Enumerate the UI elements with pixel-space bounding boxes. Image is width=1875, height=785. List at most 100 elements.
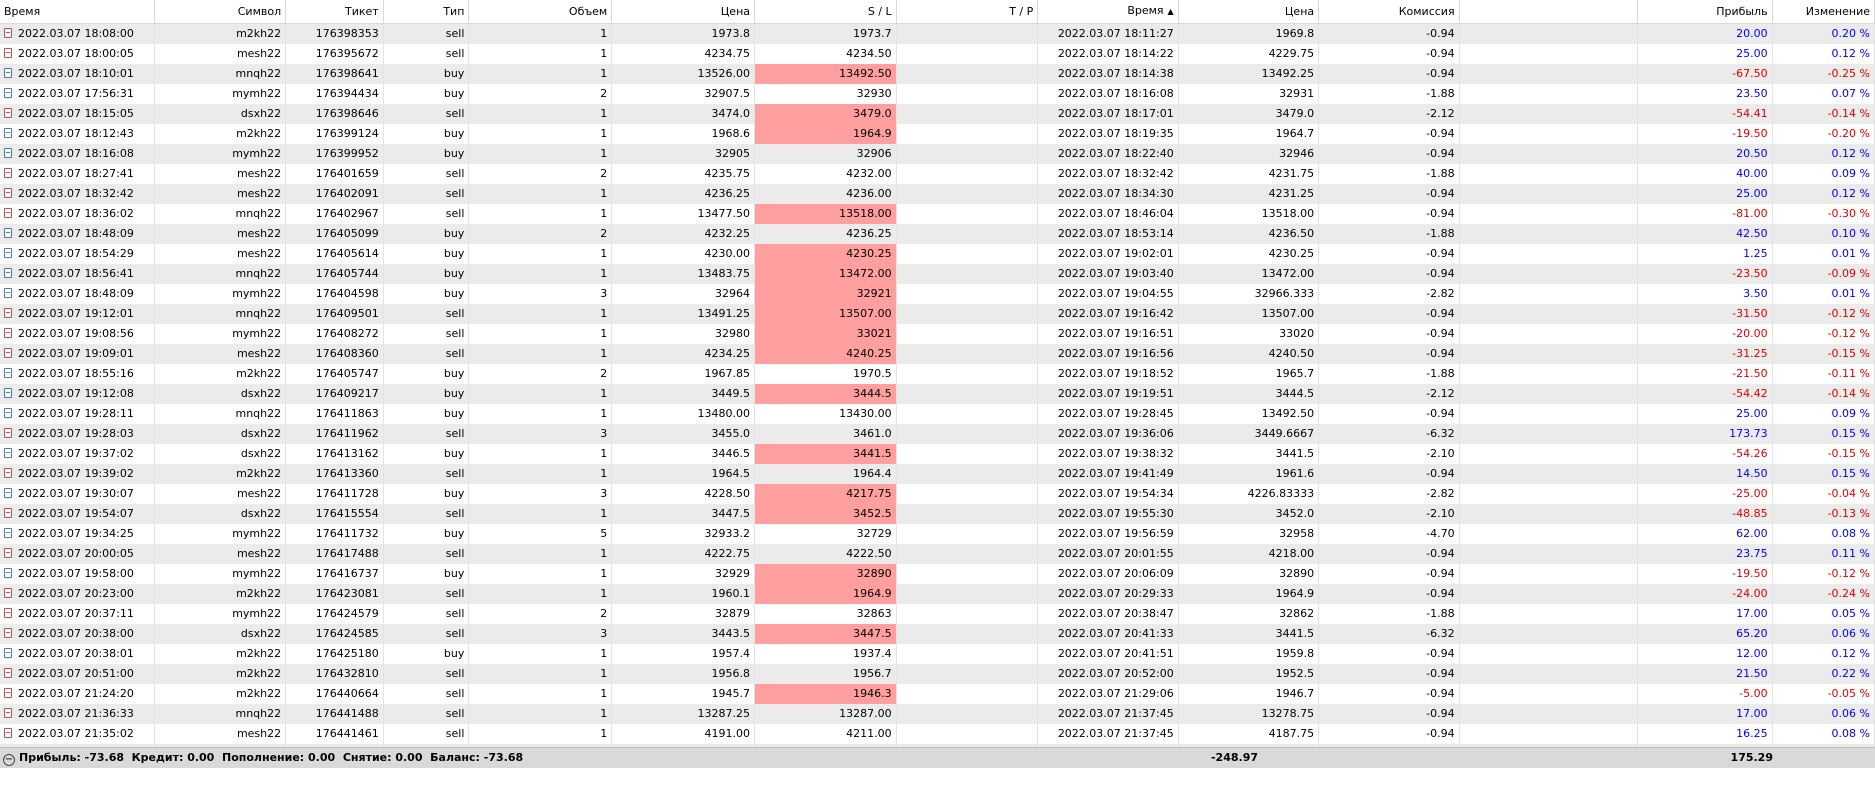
table-row[interactable]: 2022.03.07 18:08:00 m2kh22 176398353 sell 1 1… [0, 23, 1875, 44]
cell-open-time: 2022.03.07 20:37:11 [0, 604, 156, 624]
table-row[interactable]: 2022.03.07 18:48:09 mymh22 176404598 buy 3 32… [0, 284, 1875, 304]
table-row[interactable]: 2022.03.07 19:28:03 dsxh22 176411962 sell 3 3… [0, 424, 1875, 444]
cell-profit: 16.25 [1637, 724, 1773, 744]
cell-symbol: mesh22 [154, 484, 287, 504]
table-row[interactable]: 2022.03.07 20:00:05 mesh22 176417488 sell 1 4… [0, 544, 1875, 564]
table-row[interactable]: 2022.03.07 19:12:01 mnqh22 176409501 sell 1 1… [0, 304, 1875, 324]
cell-commission: -6.32 [1318, 424, 1460, 444]
cell-tp [896, 644, 1039, 664]
col-header-change[interactable]: Изменение [1772, 0, 1875, 24]
col-header-blank[interactable] [1459, 0, 1639, 24]
table-row[interactable]: 2022.03.07 19:30:07 mesh22 176411728 buy 3 42… [0, 484, 1875, 504]
cell-blank [1459, 364, 1639, 384]
table-row[interactable]: 2022.03.07 18:54:29 mesh22 176405614 buy 1 42… [0, 244, 1875, 264]
cell-blank [1459, 284, 1639, 304]
cell-commission: -0.94 [1318, 23, 1460, 44]
col-header-close-price[interactable]: Цена [1178, 0, 1320, 24]
table-row[interactable]: 2022.03.07 20:38:00 dsxh22 176424585 sell 3 3… [0, 624, 1875, 644]
table-row[interactable]: 2022.03.07 18:12:43 m2kh22 176399124 buy 1 19… [0, 124, 1875, 144]
cell-symbol: m2kh22 [154, 464, 287, 484]
cell-volume: 1 [468, 184, 613, 204]
table-row[interactable]: 2022.03.07 18:27:41 mesh22 176401659 sell 2 4… [0, 164, 1875, 184]
table-row[interactable]: 2022.03.07 21:24:20 m2kh22 176440664 sell 1 1… [0, 684, 1875, 704]
table-row[interactable]: 2022.03.07 18:55:16 m2kh22 176405747 buy 2 19… [0, 364, 1875, 384]
table-row[interactable]: 2022.03.07 19:12:08 dsxh22 176409217 buy 1 34… [0, 384, 1875, 404]
table-row[interactable]: 2022.03.07 19:39:02 m2kh22 176413360 sell 1 1… [0, 464, 1875, 484]
table-row[interactable]: 2022.03.07 21:35:02 mesh22 176441461 sell 1 4… [0, 724, 1875, 744]
table-row[interactable]: 2022.03.07 18:00:05 mesh22 176395672 sell 1 4… [0, 44, 1875, 64]
table-row[interactable]: 2022.03.07 20:38:01 m2kh22 176425180 buy 1 19… [0, 644, 1875, 664]
table-row[interactable]: 2022.03.07 19:34:25 mymh22 176411732 buy 5 32… [0, 524, 1875, 544]
cell-commission: -0.94 [1318, 44, 1460, 64]
table-row[interactable]: 2022.03.07 18:56:41 mnqh22 176405744 buy 1 13… [0, 264, 1875, 284]
table-row[interactable]: 2022.03.07 18:16:08 mymh22 176399952 buy 1 32… [0, 144, 1875, 164]
cell-close-time: 2022.03.07 19:18:52 [1037, 364, 1179, 384]
col-header-open-price[interactable]: Цена [611, 0, 756, 24]
cell-symbol: dsxh22 [154, 504, 287, 524]
position-document-icon [4, 588, 12, 598]
col-header-commission[interactable]: Комиссия [1318, 0, 1460, 24]
open-time-text: 2022.03.07 19:08:56 [18, 327, 134, 340]
table-row[interactable]: 2022.03.07 19:28:11 mnqh22 176411863 buy 1 13… [0, 404, 1875, 424]
cell-close-time: 2022.03.07 18:19:35 [1037, 124, 1179, 144]
open-time-text: 2022.03.07 18:27:41 [18, 167, 134, 180]
cell-close-price: 4231.75 [1178, 164, 1320, 184]
cell-sl: 4211.00 [754, 724, 897, 744]
cell-open-time: 2022.03.07 18:48:09 [0, 224, 156, 244]
table-row[interactable]: 2022.03.07 20:23:00 m2kh22 176423081 sell 1 1… [0, 584, 1875, 604]
cell-commission: -4.70 [1318, 524, 1460, 544]
table-row[interactable]: 2022.03.07 18:36:02 mnqh22 176402967 sell 1 1… [0, 204, 1875, 224]
table-row[interactable]: 2022.03.07 20:37:11 mymh22 176424579 sell 2 3… [0, 604, 1875, 624]
table-row[interactable]: 2022.03.07 19:54:07 dsxh22 176415554 sell 1 3… [0, 504, 1875, 524]
table-row[interactable]: 2022.03.07 17:56:31 mymh22 176394434 buy 2 32… [0, 84, 1875, 104]
table-row[interactable]: 2022.03.07 19:58:00 mymh22 176416737 buy 1 32… [0, 564, 1875, 584]
collapse-circle-icon[interactable]: − [3, 754, 15, 766]
cell-symbol: m2kh22 [154, 684, 287, 704]
table-row[interactable]: 2022.03.07 19:09:01 mesh22 176408360 sell 1 4… [0, 344, 1875, 364]
cell-type: sell [383, 704, 470, 724]
cell-change: 0.01 % [1772, 284, 1875, 304]
cell-type: sell [383, 44, 470, 64]
table-row[interactable]: 2022.03.07 18:32:42 mesh22 176402091 sell 1 4… [0, 184, 1875, 204]
cell-open-time: 2022.03.07 20:00:05 [0, 544, 156, 564]
col-header-close-time[interactable]: Время ▲ [1037, 0, 1179, 24]
cell-tp [896, 564, 1039, 584]
cell-close-time: 2022.03.07 20:38:47 [1037, 604, 1179, 624]
table-row[interactable]: 2022.03.07 18:48:09 mesh22 176405099 buy 2 42… [0, 224, 1875, 244]
position-document-icon [4, 368, 12, 378]
col-header-ticket[interactable]: Тикет [285, 0, 384, 24]
cell-open-time: 2022.03.07 19:30:07 [0, 484, 156, 504]
cell-type: buy [383, 484, 470, 504]
table-row[interactable]: 2022.03.07 18:10:01 mnqh22 176398641 buy 1 13… [0, 64, 1875, 84]
col-header-sl[interactable]: S / L [754, 0, 897, 24]
cell-sl: 1956.7 [754, 664, 897, 684]
cell-commission: -0.94 [1318, 184, 1460, 204]
table-row[interactable]: 2022.03.07 18:15:05 dsxh22 176398646 sell 1 3… [0, 104, 1875, 124]
cell-tp [896, 544, 1039, 564]
table-row[interactable]: 2022.03.07 20:51:00 m2kh22 176432810 sell 1 1… [0, 664, 1875, 684]
cell-profit: 3.50 [1637, 284, 1773, 304]
col-header-tp[interactable]: T / P [896, 0, 1039, 24]
col-header-volume[interactable]: Объем [468, 0, 613, 24]
cell-type: buy [383, 64, 470, 84]
table-row[interactable]: 2022.03.07 19:37:02 dsxh22 176413162 buy 1 34… [0, 444, 1875, 464]
cell-open-time: 2022.03.07 19:34:25 [0, 524, 156, 544]
col-header-profit[interactable]: Прибыль [1637, 0, 1773, 24]
cell-change: -0.05 % [1772, 684, 1875, 704]
open-time-text: 2022.03.07 18:54:29 [18, 247, 134, 260]
open-time-text: 2022.03.07 18:15:05 [18, 107, 134, 120]
cell-sl: 13287.00 [754, 704, 897, 724]
cell-sl: 4232.00 [754, 164, 897, 184]
cell-open-time: 2022.03.07 19:28:11 [0, 404, 156, 424]
table-row[interactable]: 2022.03.07 21:36:33 mnqh22 176441488 sell 1 1… [0, 704, 1875, 724]
profit-total: 175.29 [1730, 751, 1773, 764]
col-header-open-time[interactable]: Время [0, 0, 156, 24]
col-header-symbol[interactable]: Символ [154, 0, 287, 24]
cell-sl: 13430.00 [754, 404, 897, 424]
col-header-type[interactable]: Тип [383, 0, 470, 24]
position-document-icon [4, 188, 12, 198]
cell-close-price: 1959.8 [1178, 644, 1320, 664]
table-row[interactable]: 2022.03.07 19:08:56 mymh22 176408272 sell 1 3… [0, 324, 1875, 344]
cell-close-price: 13507.00 [1178, 304, 1320, 324]
cell-blank [1459, 204, 1639, 224]
